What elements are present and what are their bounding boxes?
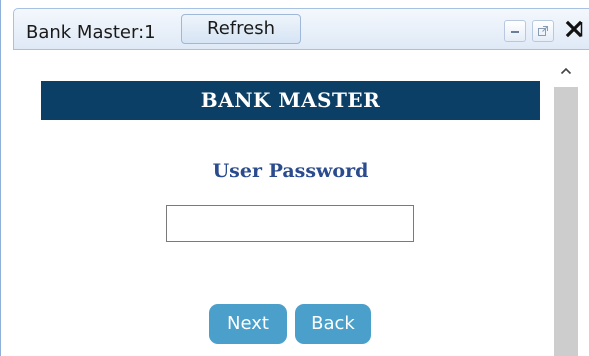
bank-master-window: Bank Master:1 Refresh BANK MASTER User P… bbox=[0, 0, 589, 356]
minimize-icon bbox=[509, 22, 521, 41]
window-content: BANK MASTER User Password Next Back bbox=[13, 50, 589, 356]
close-button[interactable] bbox=[561, 20, 587, 42]
close-icon bbox=[564, 19, 584, 43]
password-input[interactable] bbox=[166, 205, 414, 242]
refresh-button[interactable]: Refresh bbox=[181, 14, 301, 44]
page-header: BANK MASTER bbox=[41, 81, 540, 120]
window-titlebar: Bank Master:1 Refresh bbox=[13, 8, 589, 50]
password-label: User Password bbox=[212, 160, 369, 182]
vertical-scrollbar[interactable] bbox=[554, 56, 578, 356]
popout-button[interactable] bbox=[532, 20, 554, 42]
window-title: Bank Master:1 bbox=[26, 22, 156, 43]
popout-icon bbox=[537, 22, 549, 41]
chevron-up-icon bbox=[560, 61, 572, 80]
next-button[interactable]: Next bbox=[209, 304, 287, 344]
minimize-button[interactable] bbox=[504, 20, 526, 42]
scrollbar-track[interactable] bbox=[554, 87, 578, 356]
back-button[interactable]: Back bbox=[295, 304, 371, 344]
scroll-up-button[interactable] bbox=[554, 56, 578, 84]
